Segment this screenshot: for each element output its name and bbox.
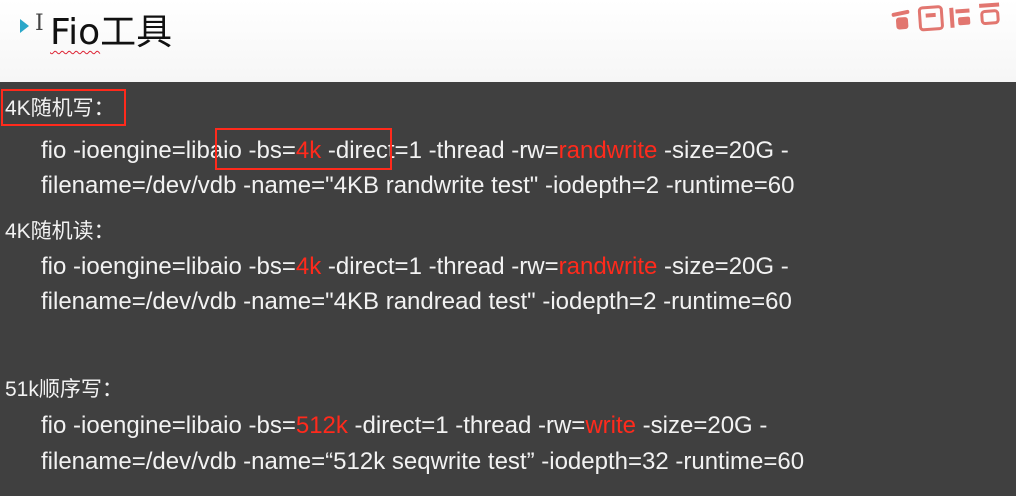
title-prefix: Fio: [50, 12, 101, 53]
title-suffix: 工具: [100, 12, 173, 53]
heading-highlight-box: [1, 89, 126, 126]
triangle-arrow-icon: [20, 19, 29, 33]
command-line: filename=/dev/vdb -name=“512k seqwrite t…: [41, 448, 805, 475]
logo-watermark: [891, 2, 1000, 32]
command-line: fio -ioengine=libaio -bs=4k -direct=1 -t…: [41, 137, 789, 164]
command-line: filename=/dev/vdb -name="4KB randread te…: [41, 288, 792, 315]
command-line: fio -ioengine=libaio -bs=4k -direct=1 -t…: [41, 253, 789, 280]
slide-header: I Fio工具: [0, 0, 1016, 82]
param-highlight-box: [215, 128, 392, 170]
text-cursor-icon: I: [35, 11, 44, 36]
page-title: Fio工具: [50, 3, 172, 55]
section-heading: 51k顺序写：: [5, 378, 123, 401]
section-heading: 4K随机读：: [5, 220, 115, 243]
command-line: fio -ioengine=libaio -bs=512k -direct=1 …: [41, 412, 768, 439]
command-line: filename=/dev/vdb -name="4KB randwrite t…: [41, 172, 795, 199]
